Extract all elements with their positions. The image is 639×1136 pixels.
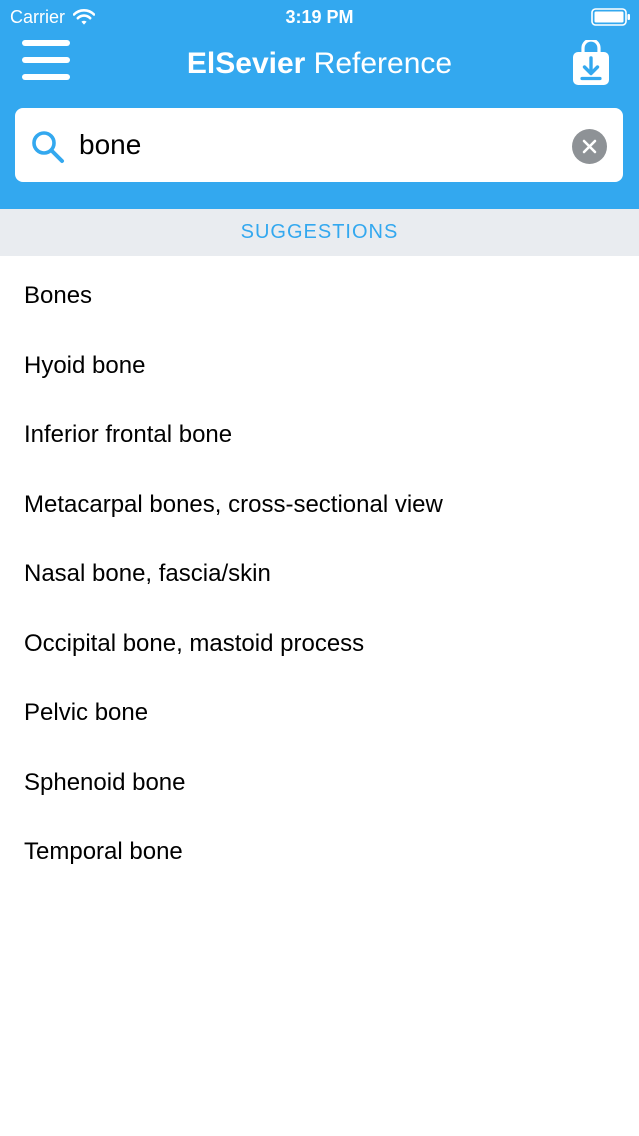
clear-icon: [582, 139, 597, 154]
status-time: 3:19 PM: [285, 7, 354, 27]
search-icon: [32, 131, 64, 163]
app-title-rest: Reference: [305, 47, 453, 80]
suggestion-item[interactable]: Nasal bone, fascia/skin: [0, 534, 639, 604]
status-bar: Carrier 3:19 PM: [0, 0, 639, 33]
suggestions-header: SUGGESTIONS: [0, 209, 639, 256]
app-title: ElSevier Reference: [0, 46, 639, 82]
suggestion-item[interactable]: Bones: [0, 256, 639, 326]
suggestion-item[interactable]: Hyoid bone: [0, 326, 639, 396]
download-bag-icon[interactable]: [572, 40, 610, 86]
clear-search-button[interactable]: [572, 129, 607, 164]
suggestion-item[interactable]: Inferior frontal bone: [0, 395, 639, 465]
battery-icon: [591, 8, 630, 26]
app-title-brand: ElSevier: [186, 47, 306, 80]
search-bar: [15, 108, 623, 182]
suggestion-item[interactable]: Sphenoid bone: [0, 743, 639, 813]
app-header: Carrier 3:19 PM ElSevier Reference: [0, 0, 639, 209]
suggestion-item[interactable]: Temporal bone: [0, 812, 639, 882]
suggestion-list: Bones Hyoid bone Inferior frontal bone M…: [0, 256, 639, 882]
suggestion-item[interactable]: Metacarpal bones, cross-sectional view: [0, 465, 639, 535]
suggestion-item[interactable]: Occipital bone, mastoid process: [0, 604, 639, 674]
suggestion-item[interactable]: Pelvic bone: [0, 673, 639, 743]
search-input[interactable]: [79, 122, 559, 168]
